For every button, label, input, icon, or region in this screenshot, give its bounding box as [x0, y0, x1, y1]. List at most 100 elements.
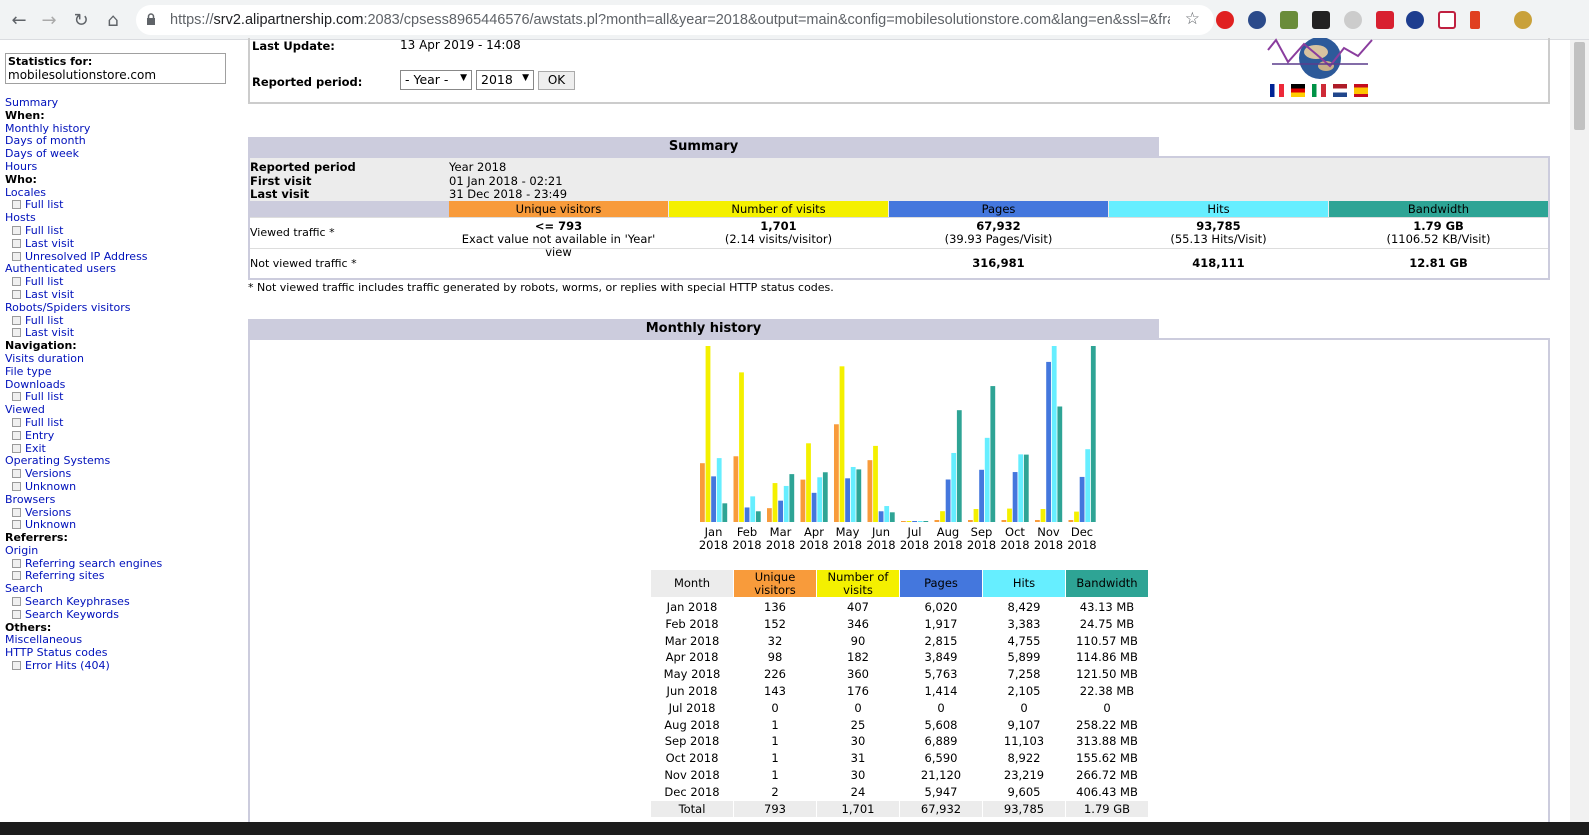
bar-visitors-may	[834, 424, 839, 522]
submenu-icon	[12, 661, 21, 671]
monthly-cell-number-of-visits: 360	[847, 667, 869, 682]
monthly-cell-month: Aug 2018	[664, 717, 720, 732]
lock-icon	[147, 13, 155, 25]
header-pages: Pages	[889, 201, 1108, 217]
header-unique-visitors: Unique visitors	[449, 201, 668, 217]
bar-pages-jun	[878, 511, 884, 522]
scrollbar-thumb[interactable]	[1574, 42, 1585, 130]
bar-pages-may	[845, 478, 850, 522]
monthly-cell-hits: 7,258	[1007, 667, 1041, 682]
flag-spain-icon[interactable]	[1354, 84, 1368, 97]
summary-box: Reported period Year 2018 First visit 01…	[248, 156, 1550, 280]
monthly-cell-unique-visitors: 143	[764, 684, 786, 698]
row-divider	[250, 248, 1548, 249]
extension-flame-icon[interactable]	[1470, 11, 1480, 29]
bar-visits-apr	[806, 443, 811, 522]
not-viewed-pages-value: 316,981	[972, 256, 1025, 270]
bar-pages-feb	[744, 507, 750, 522]
flag-germany-icon[interactable]	[1291, 84, 1305, 97]
x-tick-label-jun: Jun 2018	[866, 525, 896, 552]
extension-pocket-icon[interactable]	[1438, 11, 1456, 29]
bar-bandwidth-nov	[1057, 406, 1063, 522]
extension-share-icon[interactable]	[1406, 11, 1424, 29]
monthly-cell-unique-visitors: 98	[767, 650, 783, 665]
page-scrollbar[interactable]	[1570, 40, 1589, 822]
bar-bandwidth-jan	[722, 503, 728, 522]
extension-puzzle-icon[interactable]	[1514, 11, 1532, 29]
monthly-cell-unique-visitors: 2	[771, 784, 779, 799]
submenu-icon	[12, 315, 21, 325]
home-icon[interactable]: ⌂	[102, 9, 124, 31]
extension-opera-icon[interactable]	[1216, 11, 1234, 29]
extension-counter-icon[interactable]	[1312, 11, 1330, 29]
monthly-cell-hits: 23,219	[1003, 768, 1045, 782]
flag-france-icon[interactable]	[1270, 84, 1284, 97]
bar-pages-aug	[945, 479, 951, 522]
bar-hits-feb	[750, 496, 756, 522]
bar-bandwidth-jun	[889, 512, 895, 522]
monthly-cell-bandwidth: 24.75 MB	[1079, 616, 1135, 631]
monthly-cell-month: May 2018	[663, 667, 721, 682]
flag-netherlands-icon[interactable]	[1333, 84, 1347, 97]
address-bar[interactable]: https://srv2.alipartnership.com:2083/cps…	[136, 5, 1214, 35]
viewed-visitors-value: <= 793	[534, 219, 583, 233]
menu-link-error-hits-404[interactable]: Error Hits (404)	[5, 659, 162, 673]
x-tick-label-dec: Dec 2018	[1067, 525, 1097, 552]
monthly-cell-hits: 8,429	[1007, 600, 1041, 614]
viewed-visits-note: (2.14 visits/visitor)	[724, 232, 833, 246]
monthly-cell-pages: 0	[937, 700, 945, 715]
not-viewed-traffic-label: Not viewed traffic *	[250, 257, 357, 270]
not-viewed-hits-value: 418,111	[1192, 256, 1245, 270]
monthly-cell-hits: 9,107	[1007, 717, 1041, 732]
submenu-icon	[12, 507, 21, 517]
period-select[interactable]: - Year - ▼	[400, 70, 472, 90]
forward-arrow-icon[interactable]: →	[38, 9, 60, 31]
bar-hits-may	[850, 466, 856, 522]
bar-pages-mar	[778, 500, 783, 522]
monthly-cell-number-of-visits: 407	[847, 600, 869, 614]
monthly-cell-unique-visitors: 1	[771, 734, 779, 749]
monthly-cell-pages: 5,763	[924, 667, 958, 682]
extension-gray-icon[interactable]	[1344, 11, 1362, 29]
extension-arrow-icon[interactable]	[1248, 11, 1266, 29]
monthly-cell-bandwidth: 0	[1103, 700, 1111, 715]
extension-red-box-icon[interactable]	[1376, 11, 1394, 29]
monthly-cell-bandwidth: 313.88 MB	[1076, 734, 1138, 749]
monthly-cell-number-of-visits: 31	[850, 751, 866, 766]
monthly-cell-hits: 5,899	[1007, 650, 1041, 665]
dropdown-arrow-icon: ▼	[522, 73, 529, 83]
bar-visits-oct	[1007, 508, 1012, 522]
monthly-cell-bandwidth: 121.50 MB	[1076, 667, 1138, 682]
monthly-cell-number-of-visits: 24	[850, 784, 866, 799]
ok-button[interactable]: OK	[538, 71, 575, 90]
monthly-history-title: Monthly history	[248, 319, 1159, 338]
monthly-cell-month: Sep 2018	[664, 734, 720, 749]
monthly-cell-unique-visitors: 32	[767, 633, 783, 648]
extension-shield-icon[interactable]	[1280, 11, 1298, 29]
bar-hits-jan	[716, 458, 722, 522]
x-tick-label-may: May 2018	[832, 525, 863, 552]
row-divider	[250, 217, 1548, 218]
back-arrow-icon[interactable]: ←	[8, 9, 30, 31]
x-tick-label-feb: Feb 2018	[732, 525, 762, 552]
bookmark-star-icon[interactable]: ☆	[1185, 9, 1200, 29]
monthly-header-unique-visitors: Unique visitors	[734, 570, 816, 597]
bar-hits-apr	[817, 477, 823, 522]
bar-visitors-feb	[733, 456, 739, 522]
bar-hits-jun	[884, 506, 890, 522]
bar-hits-sep	[984, 437, 990, 522]
monthly-cell-bandwidth: 258.22 MB	[1076, 717, 1138, 732]
monthly-cell-hits: 8,922	[1007, 751, 1041, 766]
bar-visitors-oct	[1001, 520, 1007, 522]
flag-italy-icon[interactable]	[1312, 84, 1326, 97]
reload-icon[interactable]: ↻	[70, 9, 92, 31]
monthly-header-bandwidth: Bandwidth	[1066, 570, 1148, 597]
x-tick-label-jul: Jul 2018	[899, 525, 930, 552]
submenu-icon	[12, 417, 21, 427]
bar-hits-jul	[917, 521, 923, 522]
bar-bandwidth-sep	[990, 386, 996, 522]
bar-hits-oct	[1018, 454, 1024, 522]
monthly-cell-month: Feb 2018	[665, 616, 719, 631]
language-flags	[1270, 84, 1375, 100]
year-select[interactable]: 2018 ▼	[476, 70, 534, 90]
